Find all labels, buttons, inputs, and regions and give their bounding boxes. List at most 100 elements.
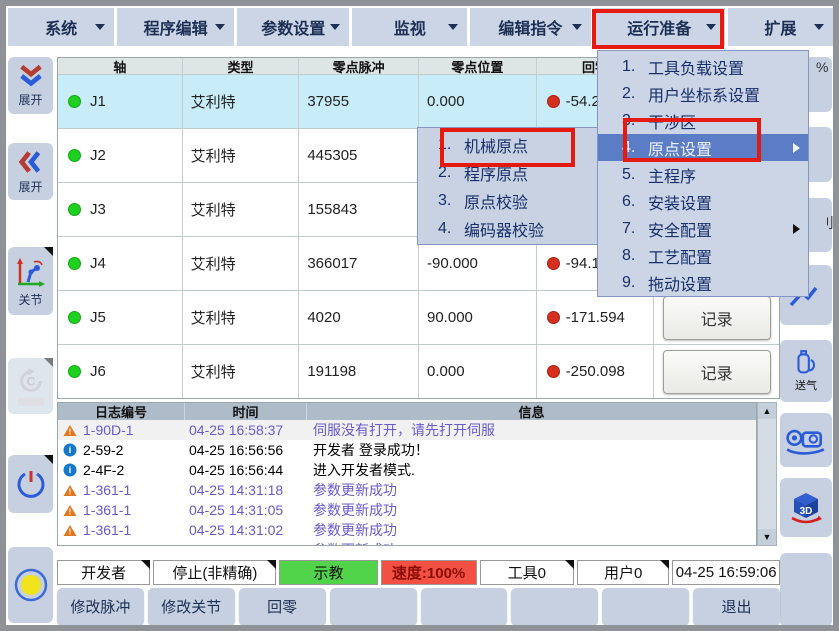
chevron-down-icon — [95, 24, 105, 30]
home-alarm-dot — [547, 257, 560, 270]
servo-indicator-icon — [13, 567, 49, 603]
menu-item-tool-load[interactable]: 1. 工具负载设置 — [598, 53, 808, 80]
menu-extend[interactable]: 扩展 — [728, 8, 833, 46]
svg-text:i: i — [69, 465, 72, 475]
menu-item-origin-settings[interactable]: 4. 原点设置 — [598, 134, 808, 161]
menu-item-install-settings[interactable]: 6. 安装设置 — [598, 188, 808, 215]
log-row[interactable]: i2-59-2 04-25 16:56:56 开发者 登录成功！ — [58, 440, 756, 460]
menu-system[interactable]: 系统 — [8, 8, 114, 46]
corner-marker-icon — [44, 358, 53, 367]
svg-text:!: ! — [69, 487, 72, 496]
camera-scan-button[interactable] — [780, 413, 832, 467]
gas-supply-button[interactable]: 送气 — [780, 340, 832, 402]
submenu-item-origin-check[interactable]: 3. 原点校验 — [418, 187, 599, 215]
log-time: 04-25 14:31:18 — [185, 482, 307, 498]
expand-down-button[interactable]: 展开 — [8, 57, 53, 114]
empty-function-button[interactable] — [602, 588, 689, 625]
log-time: 04-25 14:31:00 — [185, 542, 307, 546]
zero-pulse-value: 191198 — [299, 345, 419, 398]
log-scrollbar[interactable]: ▲ ▼ — [757, 402, 777, 546]
menu-item-process-config[interactable]: 8. 工艺配置 — [598, 242, 808, 269]
empty-function-button[interactable] — [511, 588, 598, 625]
axis-name: J4 — [90, 255, 106, 272]
joint-coordinate-button[interactable]: 关节 — [8, 247, 53, 315]
log-time: 04-25 16:56:44 — [185, 462, 307, 478]
log-panel: 日志编号 时间 信息 !1-90D-1 04-25 16:58:37 伺服没有打… — [57, 402, 757, 546]
menu-edit-command[interactable]: 编辑指令 — [470, 8, 591, 46]
svg-text:!: ! — [69, 527, 72, 536]
joint-label: 关节 — [18, 291, 42, 308]
chevron-down-icon — [814, 24, 824, 30]
log-col-info: 信息 — [307, 403, 756, 420]
teach-mode-badge[interactable]: 示教 — [279, 560, 377, 585]
menu-item-main-program[interactable]: 5. 主程序 — [598, 161, 808, 188]
svg-text:3D: 3D — [800, 506, 813, 517]
rotate-mode-button[interactable]: C — [8, 358, 53, 414]
menu-item-safety-config[interactable]: 7. 安全配置 — [598, 215, 808, 242]
zero-pos-value: 0.000 — [419, 75, 537, 128]
col-header-type: 类型 — [183, 58, 300, 74]
log-row[interactable]: !1-361-1 04-25 14:31:18 参数更新成功 — [58, 480, 756, 500]
svg-text:i: i — [69, 445, 72, 455]
user-frame-selector[interactable]: 用户0 — [577, 560, 669, 585]
teach-pendant-screen: 系统 程序编辑 参数设置 监视 编辑指令 运行准备 扩展 展开 展开 — [0, 0, 839, 631]
axis-name: J3 — [90, 201, 106, 218]
table-row[interactable]: J5 艾利特 4020 90.000 -171.594 记录 — [58, 290, 779, 344]
faded-label — [18, 398, 44, 406]
right-tool-button-empty[interactable] — [780, 553, 832, 627]
expand-left-button[interactable]: 展开 — [8, 143, 53, 200]
tool-selector[interactable]: 工具0 — [480, 560, 574, 585]
scroll-up-button[interactable]: ▲ — [758, 403, 776, 419]
log-id: 1-361-1 — [83, 502, 131, 518]
log-row[interactable]: i2-4F-2 04-25 16:56:44 进入开发者模式. — [58, 460, 756, 480]
3d-view-button[interactable]: 3D — [780, 478, 832, 537]
function-key-bar: 修改脉冲 修改关节 回零 退出 — [57, 588, 780, 625]
menu-item-user-frame[interactable]: 2. 用户坐标系设置 — [598, 80, 808, 107]
zero-pulse-value: 155843 — [299, 183, 419, 236]
menu-monitor[interactable]: 监视 — [352, 8, 467, 46]
axis-ok-dot — [68, 203, 81, 216]
menu-param-settings[interactable]: 参数设置 — [237, 8, 350, 46]
home-alarm-dot — [547, 311, 560, 324]
home-alarm-dot — [547, 365, 560, 378]
log-col-time: 时间 — [185, 403, 307, 420]
menu-item-drag-settings[interactable]: 9. 拖动设置 — [598, 269, 808, 296]
teach-mode-label: 示教 — [313, 562, 343, 583]
menu-run-prepare[interactable]: 运行准备 — [594, 8, 725, 46]
table-row[interactable]: J6 艾利特 191198 0.000 -250.098 记录 — [58, 344, 779, 398]
joint-icon — [14, 255, 48, 289]
datetime-display: 04-25 16:59:06 — [672, 560, 780, 585]
exit-button[interactable]: 退出 — [693, 588, 780, 625]
scroll-down-button[interactable]: ▼ — [758, 529, 776, 545]
empty-function-button[interactable] — [330, 588, 417, 625]
log-message: 参数更新成功 — [307, 500, 756, 520]
record-button[interactable]: 记录 — [663, 296, 771, 340]
home-button[interactable]: 回零 — [239, 588, 326, 625]
empty-function-button[interactable] — [421, 588, 508, 625]
log-row[interactable]: !1-361-1 04-25 14:31:02 参数更新成功 — [58, 520, 756, 540]
submenu-item-program-origin[interactable]: 2. 程序原点 — [418, 159, 599, 187]
menu-program-edit[interactable]: 程序编辑 — [117, 8, 234, 46]
run-mode-selector[interactable]: 停止(非精确) — [153, 560, 276, 585]
log-time: 04-25 16:58:37 — [185, 422, 307, 438]
axis-type: 艾利特 — [183, 291, 300, 344]
modify-joint-button[interactable]: 修改关节 — [148, 588, 235, 625]
log-row-partial[interactable]: !1-361-1 04-25 14:31:00 参数更新成功 — [58, 540, 756, 546]
power-button[interactable] — [8, 455, 53, 513]
user-level-label: 开发者 — [81, 562, 126, 583]
axis-type: 艾利特 — [183, 345, 300, 398]
log-row[interactable]: !1-90D-1 04-25 16:58:37 伺服没有打开，请先打开伺服 — [58, 420, 756, 440]
speed-badge[interactable]: 速度:100% — [381, 560, 477, 585]
datetime-label: 04-25 16:59:06 — [676, 564, 777, 581]
record-button[interactable]: 记录 — [663, 350, 771, 394]
submenu-item-encoder-check[interactable]: 4. 编码器校验 — [418, 215, 599, 243]
modify-pulse-button[interactable]: 修改脉冲 — [57, 588, 144, 625]
user-level-selector[interactable]: 开发者 — [57, 560, 150, 585]
servo-indicator-button[interactable] — [8, 547, 53, 623]
log-col-id: 日志编号 — [58, 403, 185, 420]
log-message: 参数更新成功 — [307, 540, 756, 546]
log-row[interactable]: !1-361-1 04-25 14:31:05 参数更新成功 — [58, 500, 756, 520]
submenu-item-mechanical-origin[interactable]: 1. 机械原点 — [418, 131, 599, 159]
menu-item-interference-zone[interactable]: 3. 干涉区 — [598, 107, 808, 134]
power-icon — [15, 468, 47, 500]
